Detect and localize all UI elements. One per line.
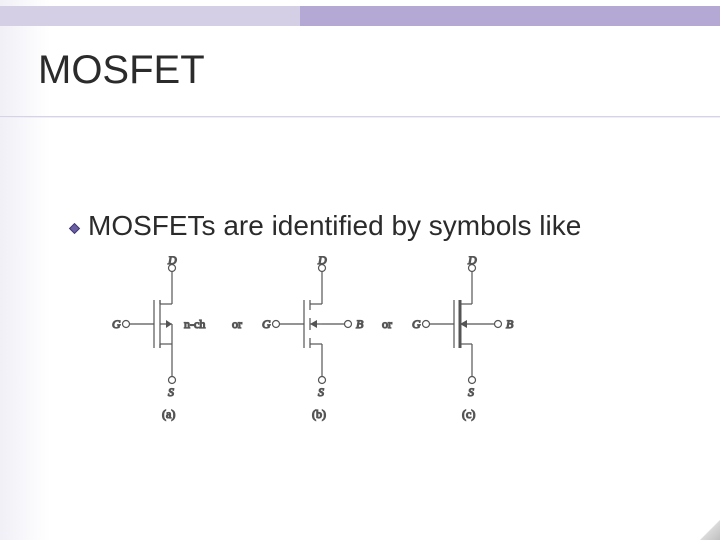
- label-source-c: S: [468, 385, 474, 399]
- slide-top-band-right: [300, 6, 720, 26]
- slide-title: MOSFET: [38, 48, 205, 93]
- label-channel: n-ch: [184, 317, 205, 331]
- label-source-b: S: [318, 385, 324, 399]
- label-gate-b: G: [262, 317, 271, 331]
- caption-a: (a): [162, 407, 175, 421]
- label-drain-b: D: [317, 256, 327, 267]
- bullet-text: MOSFETs are identified by symbols like: [88, 210, 581, 242]
- label-source-a: S: [168, 385, 174, 399]
- label-or-1: or: [232, 317, 242, 331]
- label-gate-c: G: [412, 317, 421, 331]
- label-drain-a: D: [167, 256, 177, 267]
- label-drain-c: D: [467, 256, 477, 267]
- slide-corner-fold-icon: [700, 520, 720, 540]
- mosfet-symbols-figure: D S G n-ch (a) or D S G B (b) or: [100, 256, 520, 436]
- label-body-c: B: [506, 317, 514, 331]
- diamond-bullet-icon: [68, 222, 81, 235]
- caption-b: (b): [312, 407, 326, 421]
- label-gate-a: G: [112, 317, 121, 331]
- label-or-2: or: [382, 317, 392, 331]
- caption-c: (c): [462, 407, 475, 421]
- label-body-b: B: [356, 317, 364, 331]
- title-underline-shadow: [0, 117, 720, 118]
